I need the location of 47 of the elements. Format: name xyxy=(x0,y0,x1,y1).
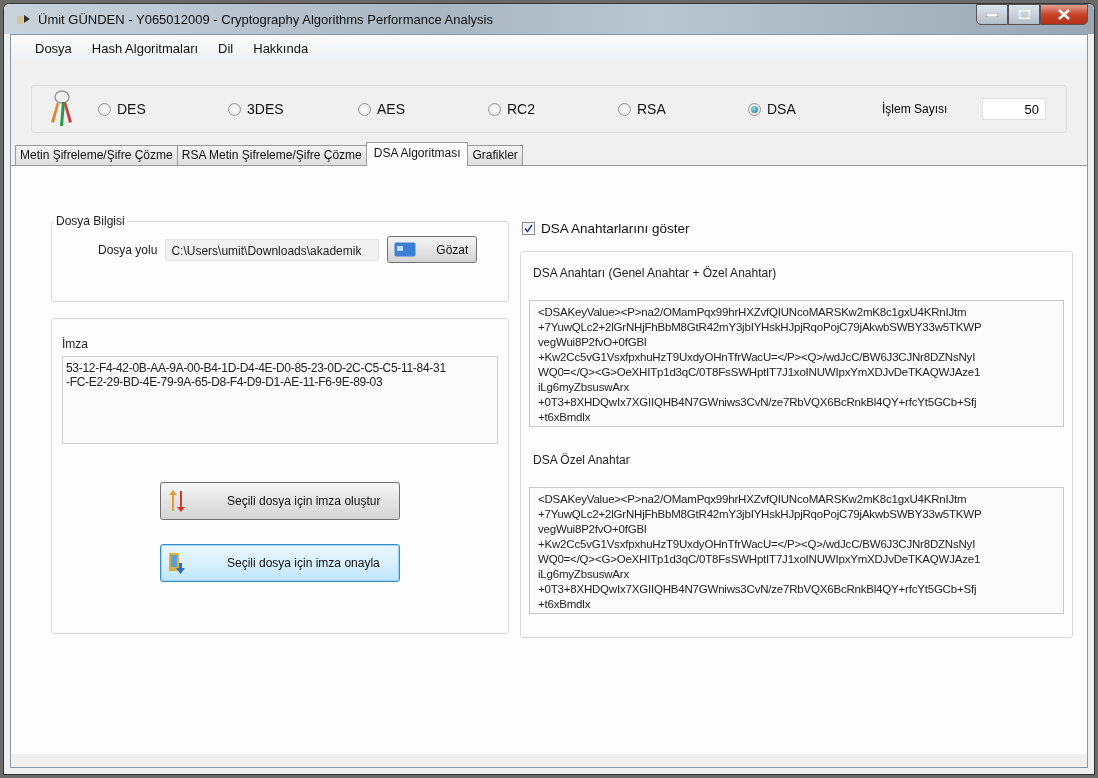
key-label: DSA Anahtarı (Genel Anahtar + Özel Anahtar) xyxy=(533,266,778,280)
radio-button[interactable] xyxy=(358,102,371,116)
menu-item[interactable]: Hash Algoritmaları xyxy=(81,40,209,56)
checkbox[interactable] xyxy=(522,222,535,235)
radio-label: 3DES xyxy=(247,101,284,117)
app-icon xyxy=(16,12,32,26)
window-title: Ümit GÜNDEN - Y065012009 - Cryptography Algorithms Performance Analysis xyxy=(38,11,494,27)
tab[interactable]: Metin Şifreleme/Şifre Çözme xyxy=(15,145,178,165)
menu-item[interactable]: Dil xyxy=(208,40,244,56)
minimize-button[interactable] xyxy=(976,4,1008,25)
tab[interactable]: Grafikler xyxy=(467,145,523,165)
radio-label: AES xyxy=(377,101,405,117)
field-label: Dosya yolu xyxy=(98,242,158,257)
close-icon xyxy=(1058,9,1070,20)
folder-icon xyxy=(394,242,417,257)
tab[interactable]: RSA Metin Şifreleme/Şifre Çözme xyxy=(176,145,367,165)
radio-label: RSA xyxy=(637,101,666,117)
radio-button[interactable] xyxy=(748,102,761,116)
operation-count-field[interactable]: 50 xyxy=(982,98,1046,120)
radio-button[interactable] xyxy=(618,102,631,116)
radio-button[interactable] xyxy=(98,102,111,116)
key-text-area[interactable]: <DSAKeyValue><P>na2/OMamPqx99hrHXZvfQIUNcoMARSKw2mK8c1gxU4KRnIJtm +7YuwQLc2+2lGrNHjFhBbM8GtR42mY3jbIYHskHJpjRqoPojC79jAkwbSWBY33w5TKWP vegWui8P2fvO+0fGBl +Kw2Cc5vG1VsxfpxhuHzT9UxdyOHnTfrWacU=</P><Q>/wdJcC/BW6J3CJNr8DZNsNyI WQ0=</Q><G>OeXHITp1d3qC/0T8FsSWHptIT7J1xoINUWIpxYmXDJvDeTKAQWJAze1 iLg6myZbsuswArx +0T3+8XHDQwIx7XGIIQHB4N7GWniws3CvN/ze7RbVQX6BcRnkBl4QY+rfcYt5GCb+Sfj +t6xBmdlx xyxy=(529,300,1064,427)
group-title: Dosya Bilgisi xyxy=(55,214,126,228)
menu-item[interactable]: Dosya xyxy=(25,40,82,56)
menu-item[interactable]: Hakkında xyxy=(243,40,319,56)
key-text-area[interactable]: <DSAKeyValue><P>na2/OMamPqx99hrHXZvfQIUNcoMARSKw2mK8c1gxU4KRnIJtm +7YuwQLc2+2lGrNHjFhBbM8GtR42mY3jbIYHskHJpjRqoPojC79jAkwbSWBY33w5TKWP vegWui8P2fvO+0fGBl +Kw2Cc5vG1VsxfpxhuHzT9UxdyOHnTfrWacU=</P><Q>/wdJcC/BW6J3CJNr8DZNsNyI WQ0=</Q><G>OeXHITp1d3qC/0T8FsSWHptIT7J1xoINUWIpxYmXDJvDeTKAQWJAze1 iLg6myZbsuswArx +0T3+8XHDQwIx7XGIIQHB4N7GWniws3CvN/ze7RbVQX6BcRnkBl4QY+rfcYt5GCb+Sfj +t6xBmdlx xyxy=(529,487,1064,614)
key-label: DSA Özel Anahtar xyxy=(533,453,631,467)
maximize-button[interactable] xyxy=(1008,4,1040,25)
document-arrow-icon xyxy=(167,551,187,575)
arrows-icon xyxy=(167,489,187,513)
radio-label: DSA xyxy=(767,101,796,117)
signature-button[interactable]: Seçili dosya için imza onayla xyxy=(160,544,400,582)
signature-button[interactable]: Seçili dosya için imza oluştur xyxy=(160,482,400,520)
file-path-field[interactable]: C:\Users\umit\Downloads\akademik xyxy=(165,238,380,261)
radio-label: DES xyxy=(117,101,146,117)
field-label: İşlem Sayısı xyxy=(882,102,949,116)
signature-text-area[interactable]: 53-12-F4-42-0B-AA-9A-00-B4-1D-D4-4E-D0-85-23-0D-2C-C5-C5-11-84-31 -FC-E2-29-BD-4E-79-9A-65-D8-F4-D9-D1-AE-11-F6-9E-89-03 xyxy=(62,356,498,444)
signature-label: İmza xyxy=(62,337,89,351)
browse-button[interactable]: Gözat xyxy=(387,236,478,263)
radio-label: RC2 xyxy=(507,101,535,117)
close-button[interactable] xyxy=(1040,4,1088,25)
radio-button[interactable] xyxy=(228,102,241,116)
checkbox-label: DSA Anahtarlarını göster xyxy=(541,221,690,236)
minimize-icon xyxy=(986,12,998,17)
maximize-icon xyxy=(1018,10,1030,19)
radio-button[interactable] xyxy=(488,102,501,116)
tab[interactable]: DSA Algoritması xyxy=(365,142,469,166)
